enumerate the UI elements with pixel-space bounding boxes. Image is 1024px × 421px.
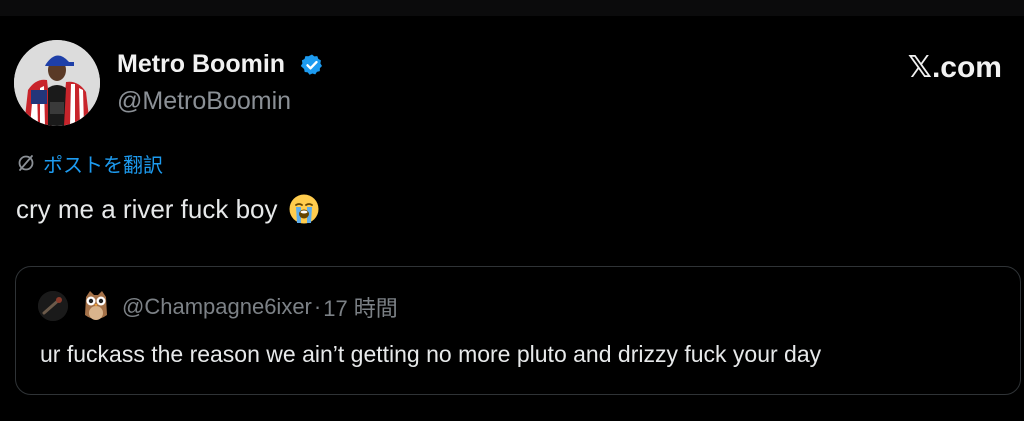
quoted-author-handle[interactable]: @Champagne6ixer	[122, 294, 312, 320]
translate-icon	[18, 155, 34, 171]
quoted-post-meta: @Champagne6ixer · 17 時間	[122, 293, 398, 321]
quoted-post-time[interactable]: 17 時間	[323, 291, 398, 323]
quoted-post-card[interactable]: @Champagne6ixer · 17 時間 ur fuckass the r…	[15, 266, 1021, 395]
translate-post-row[interactable]: ポストを翻訳	[17, 149, 163, 178]
author-name[interactable]: Metro Boomin	[117, 50, 285, 79]
owl-icon	[85, 291, 107, 320]
meta-separator: ·	[313, 294, 322, 319]
post-body: cry me a river fuck boy	[16, 192, 320, 226]
post-text: cry me a river fuck boy	[16, 193, 278, 224]
top-strip	[0, 0, 1024, 16]
author-handle[interactable]: @MetroBoomin	[117, 87, 291, 116]
x-logo: 𝕏.com	[907, 51, 1002, 84]
author-avatar[interactable]	[14, 40, 100, 126]
quoted-author-avatar[interactable]	[38, 291, 68, 321]
translate-post-link[interactable]: ポストを翻訳	[43, 149, 163, 178]
quoted-post-text: ur fuckass the reason we ain’t getting n…	[40, 341, 822, 367]
verified-badge-icon	[300, 54, 322, 75]
loudly-crying-face-icon	[289, 194, 319, 224]
